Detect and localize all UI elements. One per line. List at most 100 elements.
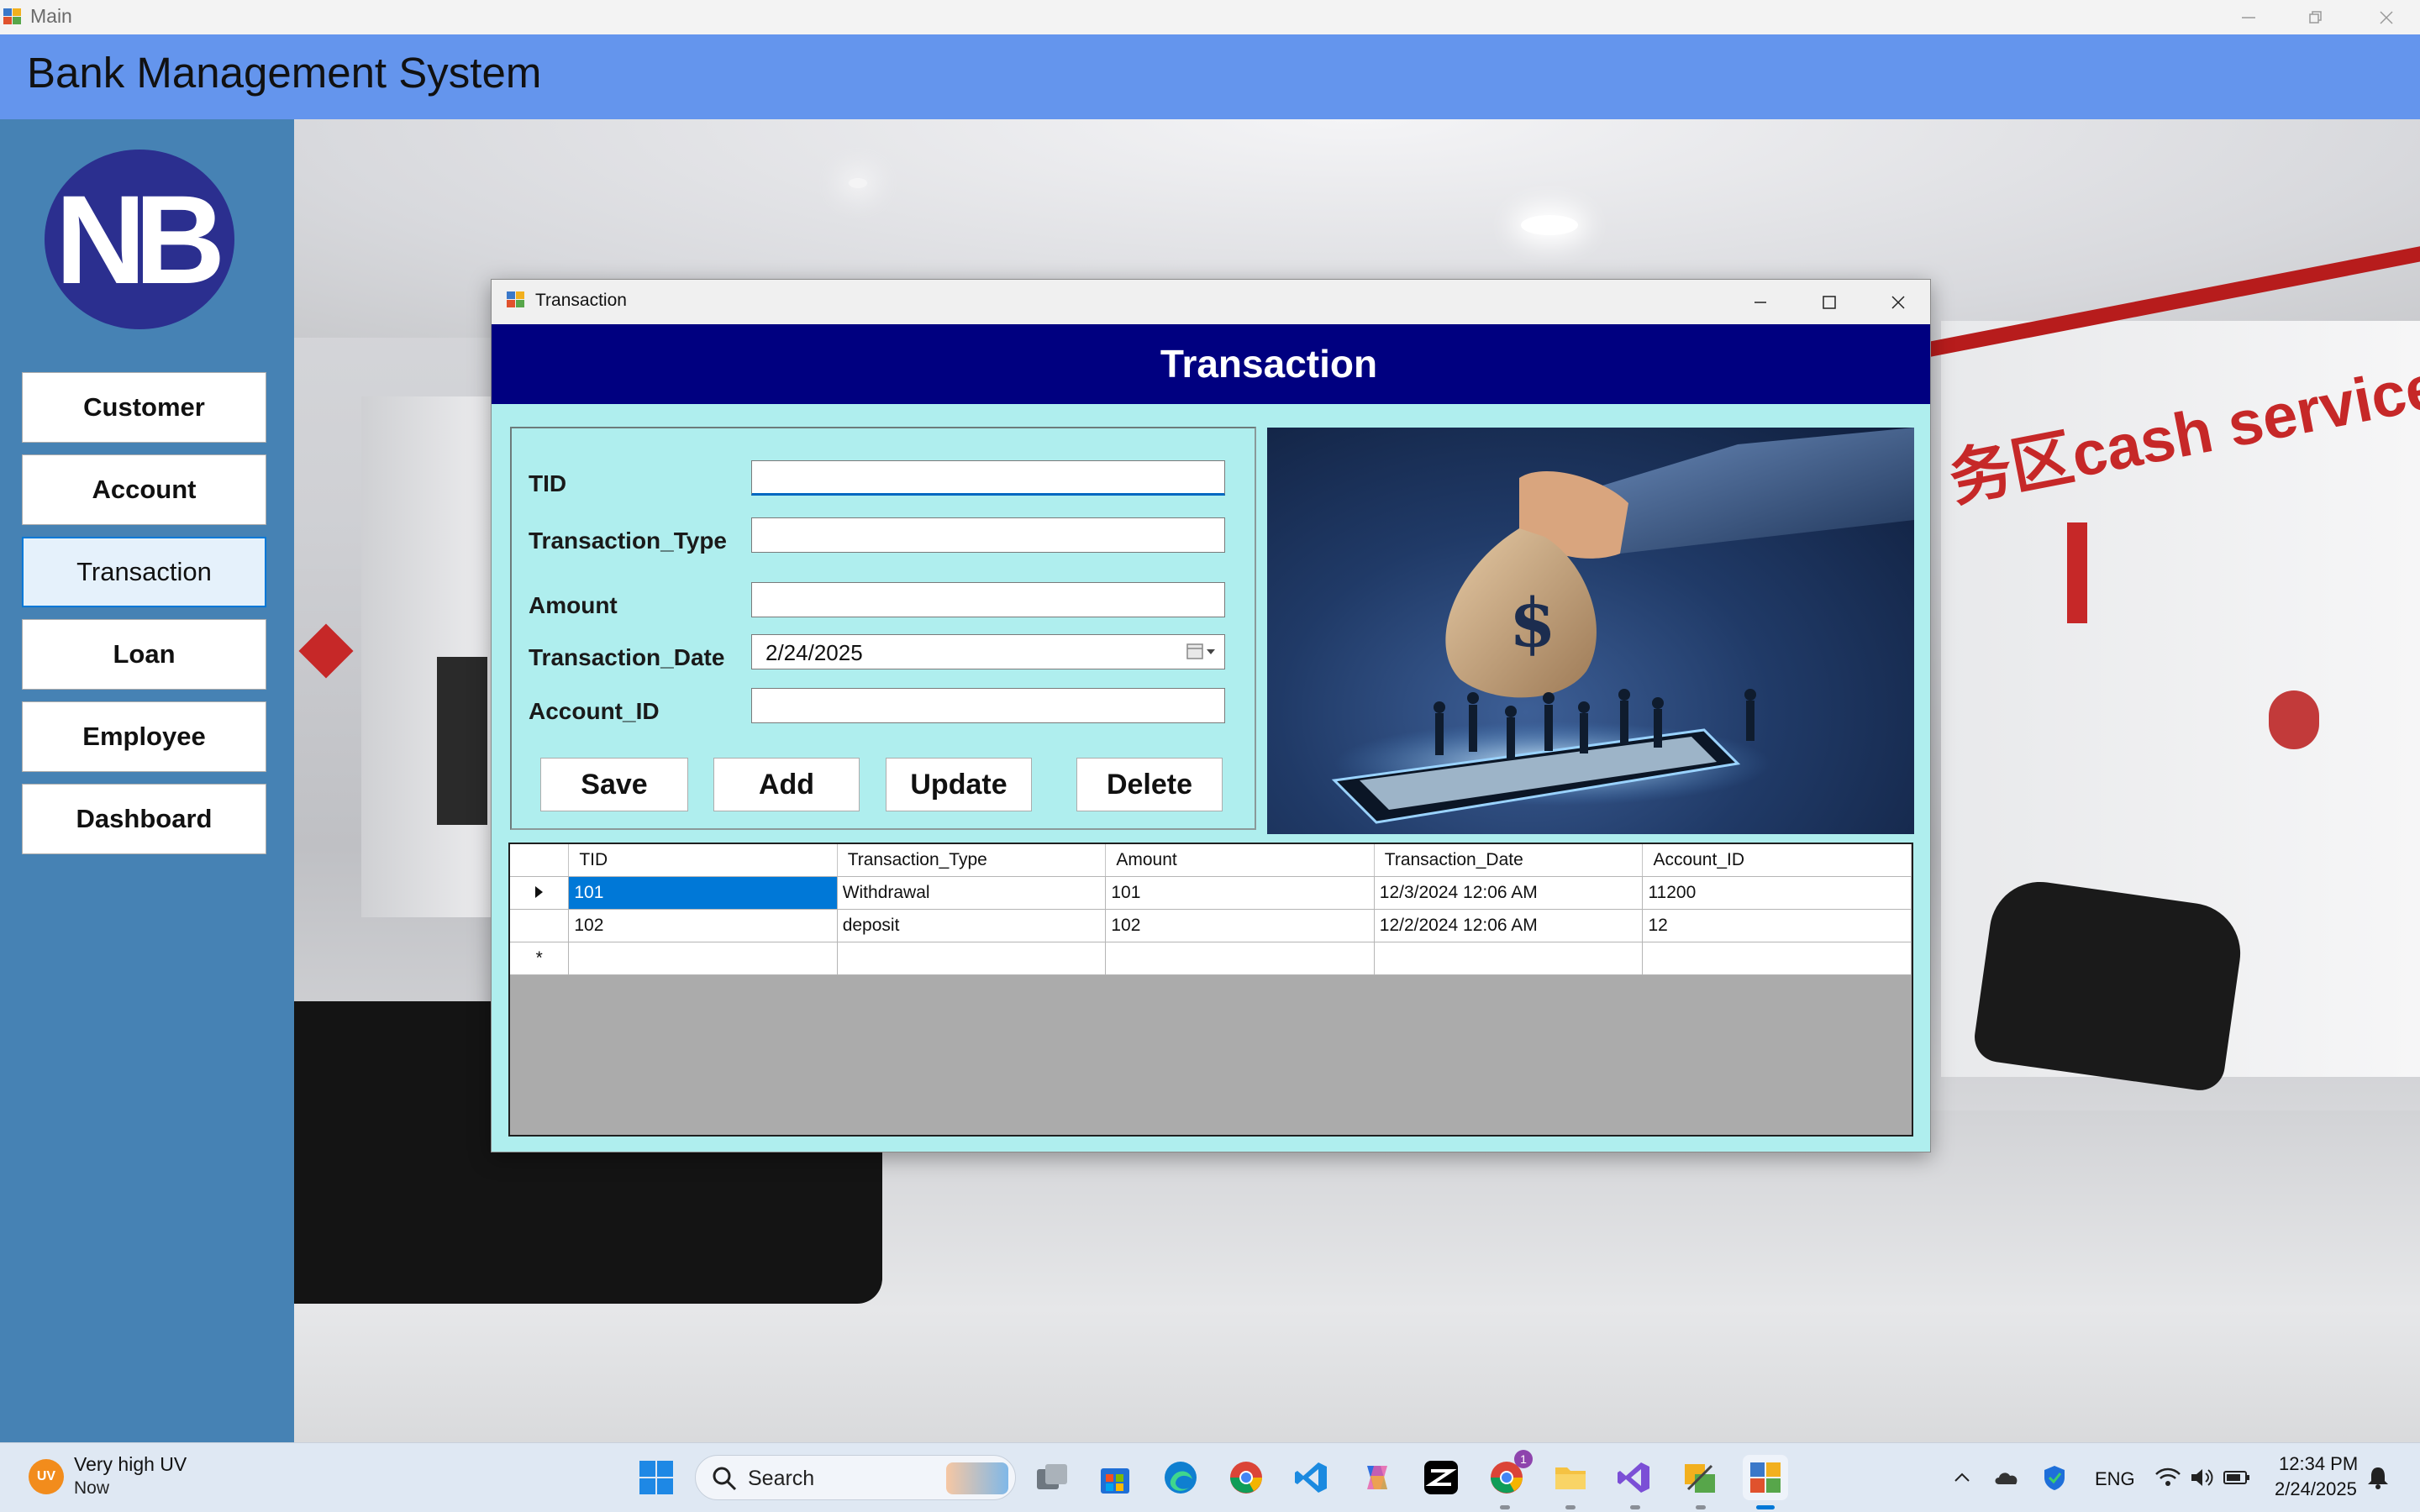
sidebar-item-transaction[interactable]: Transaction [22, 537, 266, 607]
app-tool-button[interactable] [1677, 1455, 1723, 1500]
wifi-button[interactable] [2151, 1455, 2185, 1500]
cell-amount[interactable]: 102 [1105, 909, 1375, 942]
sidebar-item-customer[interactable]: Customer [22, 372, 266, 443]
transaction-date-picker[interactable]: 2/24/2025 [751, 634, 1225, 669]
logo-text: NB [55, 169, 226, 310]
cell-transaction-type[interactable] [837, 942, 1107, 975]
red-post [2067, 522, 2087, 623]
language-indicator[interactable]: ENG [2095, 1468, 2135, 1490]
task-view-icon [1037, 1464, 1067, 1489]
taskbar-search-box[interactable]: Search [695, 1455, 1016, 1500]
dialog-close-button[interactable] [1865, 280, 1932, 324]
transaction-dialog: Transaction Transaction TID Transaction_… [491, 279, 1931, 1152]
cell-tid[interactable]: 102 [568, 909, 838, 942]
transactions-grid[interactable]: TID Transaction_Type Amount Transaction_… [508, 843, 1913, 1137]
sidebar-item-dashboard[interactable]: Dashboard [22, 784, 266, 854]
table-row[interactable]: 102 deposit 102 12/2/2024 12:06 AM 12 [510, 909, 1912, 942]
add-button[interactable]: Add [713, 758, 860, 811]
table-row[interactable]: 101 Withdrawal 101 12/3/2024 12:06 AM 11… [510, 876, 1912, 910]
capcut-button[interactable] [1418, 1455, 1464, 1500]
cell-account-id[interactable]: 11200 [1642, 876, 1912, 910]
column-header-transaction-type[interactable]: Transaction_Type [837, 844, 1107, 877]
new-row[interactable]: * [510, 942, 1912, 975]
minimize-button[interactable] [2215, 0, 2282, 34]
column-header-tid[interactable]: TID [568, 844, 838, 877]
show-hidden-icons-button[interactable] [1941, 1455, 1983, 1500]
store-icon [1101, 1468, 1129, 1494]
main-window-titlebar: Main [0, 0, 2420, 34]
chrome-button[interactable] [1223, 1455, 1269, 1500]
column-header-transaction-date[interactable]: Transaction_Date [1374, 844, 1644, 877]
dialog-minimize-button[interactable] [1727, 280, 1794, 324]
sidebar-item-employee[interactable]: Employee [22, 701, 266, 772]
weather-title[interactable]: Very high UV [74, 1453, 187, 1476]
clock-date[interactable]: 2/24/2025 [2275, 1478, 2357, 1500]
cell-transaction-date[interactable]: 12/3/2024 12:06 AM [1374, 876, 1644, 910]
close-button[interactable] [2353, 0, 2420, 34]
cell-transaction-date[interactable] [1374, 942, 1644, 975]
battery-button[interactable] [2218, 1455, 2255, 1500]
cell-transaction-type[interactable]: Withdrawal [837, 876, 1107, 910]
tid-label: TID [529, 470, 567, 496]
transaction-date-label: Transaction_Date [529, 644, 725, 670]
visual-studio-icon [1618, 1462, 1649, 1493]
cell-account-id[interactable] [1642, 942, 1912, 975]
ceiling-light [849, 178, 867, 188]
transaction-type-input[interactable] [751, 517, 1225, 553]
row-header[interactable] [510, 909, 570, 942]
active-window-indicator [1756, 1505, 1775, 1509]
update-button[interactable]: Update [886, 758, 1032, 811]
account-id-label: Account_ID [529, 698, 660, 724]
dialog-maximize-button[interactable] [1796, 280, 1863, 324]
task-view-button[interactable] [1029, 1455, 1075, 1500]
folder-icon [1555, 1467, 1586, 1489]
dialog-app-icon [507, 291, 525, 308]
uv-weather-icon[interactable]: UV [29, 1459, 64, 1494]
visual-studio-button[interactable] [1612, 1455, 1657, 1500]
cell-tid[interactable] [568, 942, 838, 975]
speaker-icon [2191, 1469, 2213, 1486]
edge-button[interactable] [1158, 1455, 1203, 1500]
transactions-table: TID Transaction_Type Amount Transaction_… [510, 844, 1912, 975]
delete-button[interactable]: Delete [1076, 758, 1223, 811]
notifications-button[interactable] [2360, 1455, 2396, 1500]
onedrive-button[interactable] [1986, 1455, 2028, 1500]
sidebar-item-account[interactable]: Account [22, 454, 266, 525]
file-explorer-button[interactable] [1548, 1455, 1593, 1500]
new-row-marker[interactable]: * [510, 942, 570, 975]
red-logo-sign [298, 623, 354, 679]
vscode-button[interactable] [1289, 1455, 1334, 1500]
search-label: Search [748, 1467, 815, 1490]
save-button[interactable]: Save [540, 758, 688, 811]
cell-account-id[interactable]: 12 [1642, 909, 1912, 942]
search-highlight-icon [946, 1462, 1008, 1494]
copilot-button[interactable] [1355, 1455, 1400, 1500]
cell-tid[interactable]: 101 [568, 876, 838, 910]
amount-input[interactable] [751, 582, 1225, 617]
money-bag-illustration: $ [1267, 428, 1914, 834]
start-button[interactable] [634, 1455, 679, 1500]
sidebar-item-loan[interactable]: Loan [22, 619, 266, 690]
cell-amount[interactable] [1105, 942, 1375, 975]
account-id-input[interactable] [751, 688, 1225, 723]
volume-button[interactable] [2185, 1455, 2218, 1500]
window-title: Main [30, 5, 72, 27]
cell-transaction-type[interactable]: deposit [837, 909, 1107, 942]
tid-input[interactable] [751, 460, 1225, 496]
microsoft-store-button[interactable] [1092, 1455, 1138, 1500]
security-button[interactable] [2033, 1455, 2075, 1500]
column-header-account-id[interactable]: Account_ID [1642, 844, 1912, 877]
bank-app-taskbar-button[interactable] [1743, 1455, 1788, 1500]
calendar-dropdown-button[interactable] [1186, 642, 1219, 662]
dialog-header: Transaction [492, 324, 1930, 404]
row-header-current[interactable] [510, 876, 570, 910]
grid-header-row: TID Transaction_Type Amount Transaction_… [510, 844, 1912, 877]
column-header-amount[interactable]: Amount [1105, 844, 1375, 877]
cell-amount[interactable]: 101 [1105, 876, 1375, 910]
dollar-symbol: $ [1509, 583, 1556, 662]
clock-time[interactable]: 12:34 PM [2279, 1453, 2358, 1475]
chrome-profile-button[interactable]: 1 [1484, 1450, 1533, 1500]
weather-subtitle[interactable]: Now [74, 1478, 109, 1499]
restore-button[interactable] [2282, 0, 2349, 34]
cell-transaction-date[interactable]: 12/2/2024 12:06 AM [1374, 909, 1644, 942]
